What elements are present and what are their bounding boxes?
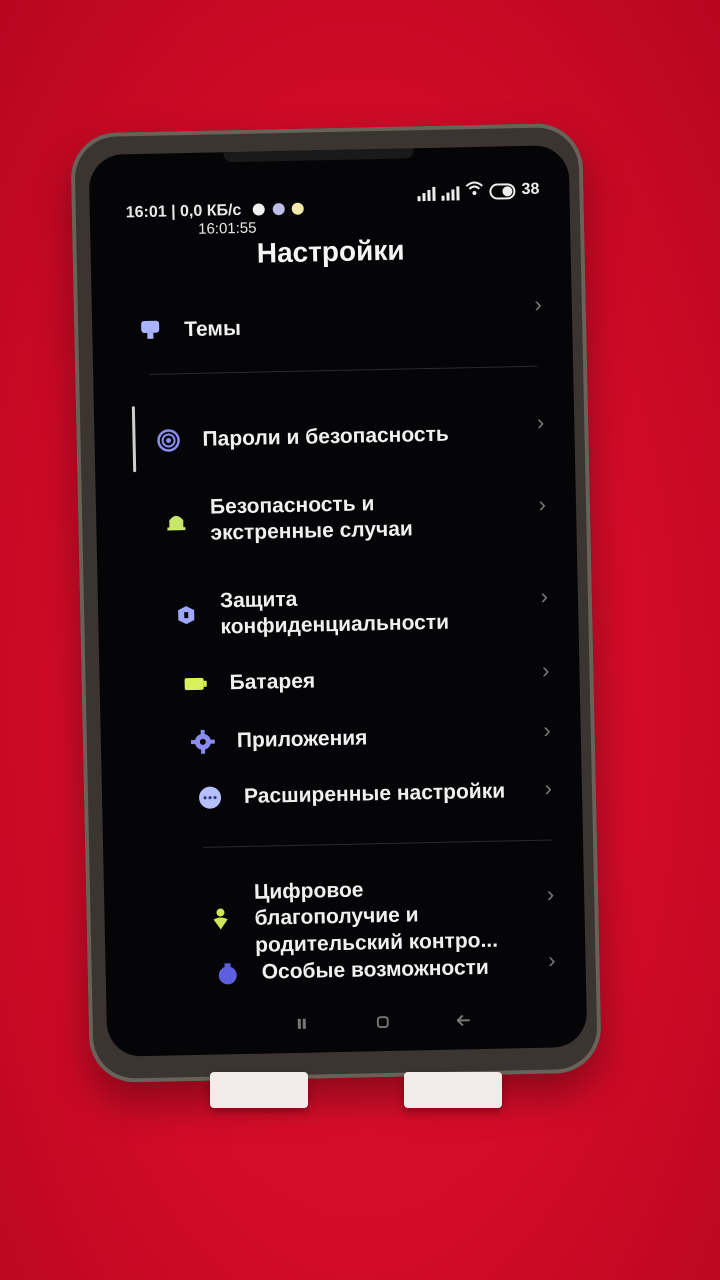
wifi-icon [465,181,484,200]
privacy-shield-icon [174,603,198,627]
settings-item-label: Приложения [236,726,368,753]
divider [149,365,538,375]
scrollbar[interactable] [131,406,137,473]
toggle-icon [489,183,516,200]
status-right: 38 [417,180,540,202]
status-left: 16:01 | 0,0 КБ/с [126,201,304,223]
settings-item-label: Пароли и безопасность [202,422,450,451]
settings-item-passwords-security[interactable]: Пароли и безопасность [156,419,556,454]
chevron-right-icon: › [546,881,555,907]
camera-notch [223,148,414,163]
settings-item-advanced[interactable]: Расширенные настройки [198,778,538,811]
bell-icon [164,509,188,533]
settings-item-safety-emergency[interactable]: Безопасность и экстренные случаи [164,489,485,548]
status-time-speed: 16:01 | 0,0 КБ/с [125,201,242,222]
notification-icon [291,202,304,215]
battery-icon [183,672,207,696]
settings-item-label: Расширенные настройки [243,779,506,808]
phone-screen: 16:01 | 0,0 КБ/с 16:01:55 38 Настройки Т… [88,145,588,1057]
chevron-right-icon: › [544,775,553,801]
chevron-right-icon: › [536,409,545,435]
settings-item-themes[interactable]: Темы [138,309,558,344]
settings-item-battery[interactable]: Батарея [183,665,483,698]
settings-item-apps[interactable]: Приложения [190,723,491,756]
signal-icon [417,186,436,202]
home-icon[interactable] [376,1015,389,1031]
chevron-right-icon: › [547,947,556,973]
phone-stand-right [404,1072,502,1108]
settings-item-digital-wellbeing[interactable]: Цифровое благополучие и родительский кон… [208,874,510,959]
more-dots-icon [198,786,222,810]
chevron-right-icon: › [540,583,549,609]
wellbeing-icon [208,908,232,932]
chevron-right-icon: › [541,657,550,683]
chevron-right-icon: › [543,717,551,743]
settings-item-label: Батарея [229,669,316,695]
chevron-right-icon: › [534,291,543,317]
phone-frame: 16:01 | 0,0 КБ/с 16:01:55 38 Настройки Т… [70,122,602,1084]
status-clock: 16:01:55 [197,219,257,238]
theme-icon [138,319,162,343]
moon-icon [252,203,265,216]
signal-icon [441,186,460,201]
navigation-bar [107,1011,587,1041]
divider [203,839,554,848]
phone-stand-left [210,1072,308,1108]
back-icon[interactable] [456,1013,471,1029]
fingerprint-icon [156,428,180,452]
settings-item-label: Цифровое благополучие и родительский кон… [253,878,499,957]
gear-icon [190,729,215,754]
recents-icon[interactable] [297,1017,307,1033]
chevron-right-icon: › [538,491,547,517]
accessibility-icon [215,961,239,985]
settings-item-label: Защита конфиденциальности [219,587,450,639]
page-title: Настройки [256,234,405,269]
settings-item-label: Безопасность и экстренные случаи [209,492,414,545]
settings-item-privacy[interactable]: Защита конфиденциальности [174,582,505,641]
notification-icon [272,202,285,216]
settings-item-label: Темы [184,316,242,342]
settings-item-label: Особые возможности [261,955,490,984]
settings-item-accessibility[interactable]: Особые возможности [215,954,525,987]
battery-level: 38 [521,180,540,199]
